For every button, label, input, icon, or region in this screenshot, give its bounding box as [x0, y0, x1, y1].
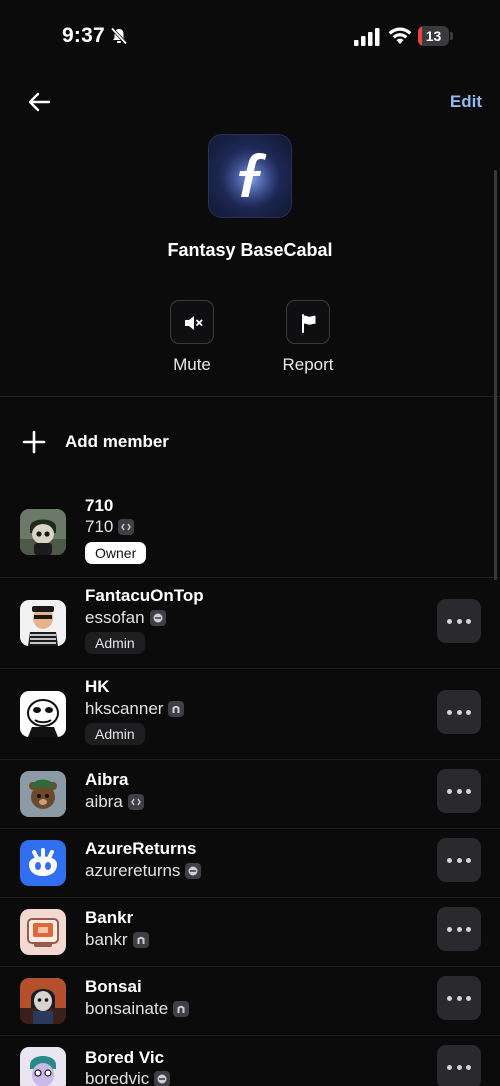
member-handle: bonsainate [85, 999, 190, 1019]
mute-label: Mute [173, 355, 211, 374]
more-options-button[interactable] [437, 838, 481, 882]
member-row[interactable]: Bonsai bonsainate [0, 967, 500, 1036]
member-handle: bankr [85, 930, 149, 950]
arch-icon [132, 932, 149, 948]
avatar [20, 691, 66, 737]
member-handle: boredvic [85, 1069, 171, 1086]
code-icon [127, 794, 144, 810]
plus-icon [22, 430, 46, 454]
group-avatar [208, 134, 292, 218]
speaker-muted-icon [185, 316, 203, 330]
member-name: AzureReturns [85, 839, 197, 858]
bell-slash-icon [110, 27, 128, 45]
avatar [20, 840, 66, 886]
arch-icon [168, 701, 185, 717]
more-options-button[interactable] [437, 690, 481, 734]
battery-indicator: 13 [418, 26, 453, 46]
member-username: hkscanner [85, 699, 164, 718]
avatar [20, 1047, 66, 1086]
member-name: Aibra [85, 770, 129, 789]
code-icon [118, 519, 135, 535]
member-username: boredvic [85, 1069, 150, 1086]
admin-badge: Admin [85, 723, 145, 745]
status-time: 9:37 [62, 24, 105, 47]
member-row[interactable]: Aibra aibra [0, 760, 500, 829]
cellular-signal-icon [354, 28, 380, 46]
member-name: HK [85, 677, 110, 696]
member-name: Bonsai [85, 977, 142, 996]
report-button[interactable]: Report [263, 300, 353, 375]
more-options-button[interactable] [437, 1045, 481, 1086]
member-row[interactable]: Bored Vic boredvic [0, 1036, 500, 1086]
back-button[interactable] [24, 86, 54, 118]
scrollbar[interactable] [494, 170, 497, 580]
member-username: essofan [85, 608, 145, 627]
minus-circle-icon [185, 863, 202, 879]
member-username: bankr [85, 930, 128, 949]
member-handle: azurereturns [85, 861, 202, 881]
member-handle: aibra [85, 792, 144, 812]
avatar [20, 771, 66, 817]
more-options-button[interactable] [437, 976, 481, 1020]
minus-circle-icon [154, 1071, 171, 1086]
action-icon-box [286, 300, 330, 344]
owner-badge: Owner [85, 542, 147, 564]
member-handle: 710 [85, 517, 135, 537]
member-username: bonsainate [85, 999, 169, 1018]
section-divider [0, 396, 500, 397]
member-name: Bankr [85, 908, 134, 927]
mute-button[interactable]: Mute [147, 300, 237, 375]
more-options-button[interactable] [437, 599, 481, 643]
member-row[interactable]: Bankr bankr [0, 898, 500, 967]
admin-badge: Admin [85, 632, 145, 654]
status-bar: 9:37 13 [0, 0, 500, 70]
member-name: Bored Vic [85, 1048, 165, 1067]
italic-f-logo-icon [221, 149, 281, 209]
avatar [20, 600, 66, 646]
group-name: Fantasy BaseCabal [167, 240, 333, 260]
member-username: aibra [85, 792, 123, 811]
minus-circle-icon [149, 610, 166, 626]
member-handle: hkscanner [85, 699, 185, 719]
more-options-button[interactable] [437, 769, 481, 813]
report-label: Report [282, 355, 334, 374]
add-member-label: Add member [65, 432, 169, 451]
action-icon-box [170, 300, 214, 344]
battery-level: 13 [425, 28, 442, 44]
edit-button[interactable]: Edit [450, 92, 482, 112]
add-member-button[interactable]: Add member [22, 424, 322, 460]
wifi-icon [388, 27, 412, 44]
flag-icon [302, 314, 316, 333]
member-handle: essofan [85, 608, 166, 628]
member-username: azurereturns [85, 861, 181, 880]
arch-icon [173, 1001, 190, 1017]
arrow-left-icon [28, 92, 51, 112]
member-row[interactable]: AzureReturns azurereturns [0, 829, 500, 898]
avatar [20, 978, 66, 1024]
avatar [20, 509, 66, 555]
avatar [20, 909, 66, 955]
member-row[interactable]: FantacuOnTop essofan Admin [0, 578, 500, 669]
member-username: 710 [85, 517, 114, 536]
more-options-button[interactable] [437, 907, 481, 951]
member-row[interactable]: 710 710 Owner [0, 490, 500, 578]
member-name: FantacuOnTop [85, 586, 204, 605]
member-row[interactable]: HK hkscanner Admin [0, 669, 500, 760]
member-name: 710 [85, 496, 114, 515]
